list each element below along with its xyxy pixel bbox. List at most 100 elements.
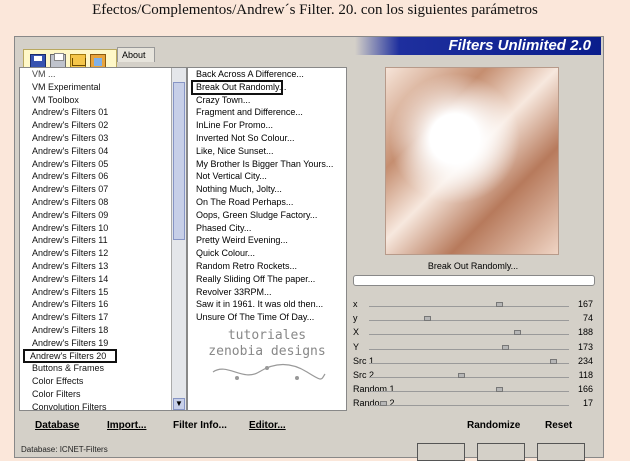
param-slider-thumb[interactable] [458,372,465,378]
param-row: Src 1 234 [349,354,603,368]
filter-item[interactable]: Nothing Much, Jolty... [188,183,346,196]
filter-item[interactable]: Phased City... [188,222,346,235]
category-scrollbar[interactable]: ▼ [171,68,186,410]
category-item[interactable]: Andrew's Filters 17 [20,311,170,324]
randomize-button[interactable]: Randomize [467,417,520,435]
category-item[interactable]: Color Filters [20,388,170,401]
category-item[interactable]: VM Experimental [20,81,170,94]
param-slider-thumb[interactable] [496,302,503,307]
category-item[interactable]: Andrew's Filters 03 [20,132,170,145]
scroll-down-arrow-icon[interactable]: ▼ [173,398,185,410]
database-button[interactable]: Database [35,417,79,435]
param-slider-thumb[interactable] [502,344,509,350]
filter-item[interactable]: My Brother Is Bigger Than Yours... [188,158,346,171]
filter-item[interactable]: Fragment and Difference... [188,106,346,119]
status-text: Database: ICNET-Filters [21,445,108,454]
category-item[interactable]: Andrew's Filters 06 [20,170,170,183]
param-row: Random 1 166 [349,382,603,396]
param-slider[interactable] [369,320,569,322]
param-name: Random 1 [353,384,395,395]
import-button[interactable]: Import... [107,417,146,435]
category-item[interactable]: Andrew's Filters 15 [20,286,170,299]
category-item[interactable]: Andrew's Filters 07 [20,183,170,196]
param-name: Random 2 [353,398,395,409]
filter-item[interactable]: Saw it in 1961. It was old then... [188,298,346,311]
param-slider-thumb[interactable] [424,316,431,322]
help-button[interactable] [537,443,585,461]
param-slider[interactable] [369,348,569,350]
category-item[interactable]: Color Effects [20,375,170,388]
filter-item[interactable]: Quick Colour... [188,247,346,260]
category-item[interactable]: Convolution Filters [20,401,170,410]
param-slider-thumb[interactable] [514,330,521,336]
param-slider[interactable] [369,376,569,378]
category-item[interactable]: Andrew's Filters 10 [20,222,170,235]
filter-item[interactable]: Pretty Weird Evening... [188,234,346,247]
tab-about[interactable]: About [117,47,155,62]
param-name: y [353,313,358,324]
category-item[interactable]: Andrew's Filters 18 [20,324,170,337]
filter-item[interactable]: On The Road Perhaps... [188,196,346,209]
filters-unlimited-window: Filters Unlimited 2.0 About VM ... VM Exp… [14,36,604,461]
category-item[interactable]: Buttons & Frames [20,362,170,375]
category-item[interactable]: Andrew's Filters 04 [20,145,170,158]
param-slider[interactable] [369,405,569,407]
filter-item[interactable]: Unsure Of The Time Of Day... [188,311,346,324]
parameter-list: x 167 y 74 X 188 Y 173 Src 1 234 Src 2 118 Random 1 1… [349,297,603,411]
filter-item[interactable]: Revolver 33RPM... [188,286,346,299]
category-list-panel: VM ... VM Experimental VM Toolbox Andrew's … [19,67,187,411]
category-item[interactable]: Andrew's Filters 02 [20,119,170,132]
filter-info-button[interactable]: Filter Info... [173,417,227,435]
filter-item[interactable]: Oops, Green Sludge Factory... [188,209,346,222]
filter-item[interactable]: Random Retro Rockets... [188,260,346,273]
scrollbar-thumb[interactable] [173,82,185,240]
category-item[interactable]: Andrew's Filters 09 [20,209,170,222]
param-row: X 188 [349,325,603,339]
param-name: Y [353,341,360,352]
editor-button[interactable]: Editor... [249,417,286,435]
param-row: Random 2 17 [349,396,603,410]
ok-button[interactable] [417,443,465,461]
param-name: X [353,327,360,338]
filter-item-selected[interactable]: Break Out Randomly... [191,79,286,95]
reset-button[interactable]: Reset [545,417,572,435]
param-row: x 167 [349,297,603,311]
param-slider[interactable] [369,362,569,364]
category-item-selected[interactable]: Andrew's Filters 20 [23,348,117,364]
flourish-icon [212,363,326,380]
param-value: 188 [577,327,593,338]
param-slider-thumb[interactable] [550,358,557,364]
category-item[interactable]: Andrew's Filters 08 [20,196,170,209]
filter-item[interactable]: Not Vertical City... [188,170,346,183]
filter-item[interactable]: Back Across A Difference... [188,68,346,81]
param-value: 166 [577,384,593,395]
filter-item[interactable]: Inverted Not So Colour... [188,132,346,145]
category-item[interactable]: Andrew's Filters 01 [20,106,170,119]
param-slider[interactable] [369,306,569,307]
filter-item[interactable]: Like, Nice Sunset... [188,145,346,158]
cancel-button[interactable] [477,443,525,461]
param-slider[interactable] [369,391,569,393]
category-item[interactable]: VM ... [20,68,170,81]
category-item[interactable]: Andrew's Filters 11 [20,234,170,247]
watermark: tutoriales zenobia designs [188,328,346,408]
param-value: 173 [577,341,593,352]
watermark-line1: tutoriales [227,328,307,343]
param-row: Y 173 [349,340,603,354]
filter-item[interactable]: InLine For Promo... [188,119,346,132]
param-name: x [353,299,358,309]
category-item[interactable]: Andrew's Filters 13 [20,260,170,273]
category-item[interactable]: Andrew's Filters 05 [20,158,170,171]
category-item[interactable]: VM Toolbox [20,94,170,107]
param-slider-thumb[interactable] [496,387,503,393]
category-item[interactable]: Andrew's Filters 12 [20,247,170,260]
param-name: Src 1 [353,355,375,366]
filter-item[interactable]: Crazy Town... [188,94,346,107]
category-item[interactable]: Andrew's Filters 16 [20,298,170,311]
param-slider-thumb[interactable] [380,401,387,407]
filter-list-panel: Back Across A Difference... Break Out Ran… [187,67,347,411]
category-item[interactable]: Andrew's Filters 14 [20,273,170,286]
category-item[interactable]: Andrew's Filters 19 [20,337,170,350]
filter-item[interactable]: Really Sliding Off The paper... [188,273,346,286]
param-slider[interactable] [369,334,569,336]
